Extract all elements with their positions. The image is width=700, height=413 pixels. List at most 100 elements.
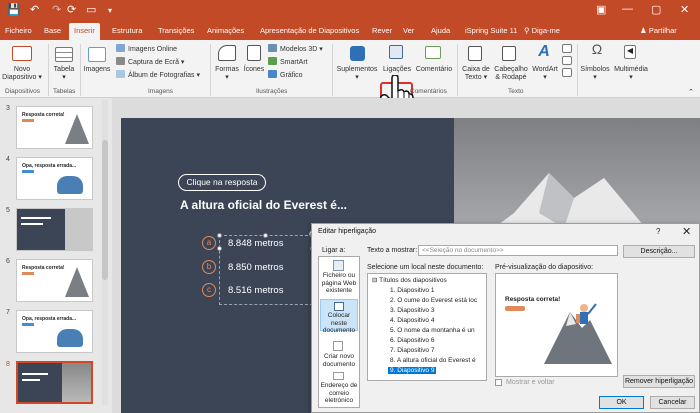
photo-album-button[interactable]: Álbum de Fotografias ▾ <box>116 70 200 79</box>
thumb-mountain-graphic <box>65 114 89 144</box>
tree-root[interactable]: ⊟ Títulos dos diapositivos <box>372 276 447 284</box>
pictures-button[interactable]: Imagens <box>82 66 112 74</box>
question-text[interactable]: A altura oficial do Everest é... <box>180 198 347 212</box>
textbox-button[interactable]: Caixa de Texto ▾ <box>459 66 493 82</box>
slideshow-icon[interactable]: ▭ <box>86 3 96 16</box>
online-pictures-icon <box>116 44 125 52</box>
link-place-in-document[interactable]: Colocar neste documento <box>320 299 358 334</box>
chart-button[interactable]: Gráfico <box>268 70 303 79</box>
thumbnail-scrollbar[interactable] <box>102 100 108 405</box>
cube-icon <box>268 44 277 52</box>
screentip-button[interactable]: Descrição... <box>623 245 695 258</box>
group-separator <box>457 44 458 96</box>
new-slide-button[interactable]: Novo Diapositivo ▾ <box>2 66 42 82</box>
icons-button[interactable]: Ícones <box>240 66 268 74</box>
option-c-text[interactable]: 8.516 metros <box>228 285 283 296</box>
slide-thumbnail-3[interactable]: Resposta correta! <box>16 106 93 149</box>
resize-handle[interactable] <box>217 246 222 251</box>
document-place-tree[interactable]: ⊟ Títulos dos diapositivos 1. Diapositiv… <box>367 273 487 381</box>
tab-rever[interactable]: Rever <box>372 26 392 35</box>
tree-item[interactable]: 6. Diapositivo 6 <box>390 337 434 344</box>
tell-me-search[interactable]: ⚲ Diga-me <box>524 26 560 35</box>
ribbon: Novo Diapositivo ▾ Diapositivos Tabela ▾ T… <box>0 40 700 136</box>
scrollbar-thumb[interactable] <box>102 140 108 280</box>
share-button[interactable]: ♟ Partilhar <box>640 26 677 35</box>
slide-number: 3 <box>6 105 10 112</box>
undo-icon[interactable]: ↶ <box>30 3 39 16</box>
click-answer-pill[interactable]: Clique na resposta <box>178 174 266 191</box>
text-small-icon-2[interactable] <box>562 56 572 65</box>
refresh-icon[interactable]: ⟳ <box>67 3 76 16</box>
speaker-icon: ◀ <box>624 45 636 59</box>
link-existing-file[interactable]: Ficheiro ou página Web existente <box>320 272 358 295</box>
tab-estrutura[interactable]: Estrutura <box>112 26 142 35</box>
tree-item[interactable]: 2. O cume do Everest está loc <box>390 297 477 304</box>
thumb-button-shape <box>22 323 34 326</box>
header-footer-button[interactable]: Cabeçalho & Rodapé <box>492 66 530 82</box>
link-email-address[interactable]: Endereço de correio eletrónico <box>320 382 358 405</box>
tree-item-selected[interactable]: 9. Diapositivo 9 <box>388 367 437 374</box>
3d-models-button[interactable]: Modelos 3D ▾ <box>268 44 323 53</box>
tree-item[interactable]: 4. Diapositivo 4 <box>390 317 434 324</box>
slide-thumbnail-8[interactable] <box>16 361 93 404</box>
symbols-button[interactable]: Símbolos ▾ <box>578 66 612 82</box>
comment-button[interactable]: Comentário <box>414 66 454 74</box>
tab-base[interactable]: Base <box>44 26 61 35</box>
group-ilustracoes: Ilustrações <box>256 88 288 95</box>
link-new-document[interactable]: Criar novo documento <box>320 353 358 368</box>
tab-ficheiro[interactable]: Ficheiro <box>5 26 32 35</box>
tree-item[interactable]: 5. O nome da montanha é un <box>390 327 475 334</box>
collapse-ribbon-icon[interactable]: ⌃ <box>688 88 694 96</box>
help-button[interactable]: ? <box>656 227 660 236</box>
title-bar: 💾 ↶ ↷ ⟳ ▭ ▾ ▣ — ▢ ✕ <box>0 0 700 22</box>
resize-handle[interactable] <box>217 233 222 238</box>
tree-item[interactable]: 7. Diapositivo 7 <box>390 347 434 354</box>
text-to-display-input[interactable]: <<Seleção no documento>> <box>418 245 618 256</box>
more-icon[interactable]: ▾ <box>108 6 112 15</box>
slide-number: 8 <box>6 361 10 368</box>
shapes-button[interactable]: Formas ▾ <box>212 66 242 82</box>
text-small-icon-3[interactable] <box>562 68 572 77</box>
smartart-button[interactable]: SmartArt <box>268 57 308 66</box>
share-label: Partilhar <box>648 26 677 35</box>
tab-ver[interactable]: Ver <box>403 26 414 35</box>
addins-button[interactable]: Suplementos ▾ <box>334 66 380 82</box>
option-a-text[interactable]: 8.848 metros <box>228 238 283 249</box>
remove-link-button[interactable]: Remover hiperligação <box>623 375 695 388</box>
save-icon[interactable]: 💾 <box>7 3 21 16</box>
tab-ajuda[interactable]: Ajuda <box>431 26 450 35</box>
text-small-icon-1[interactable] <box>562 44 572 53</box>
media-button[interactable]: Multimédia ▾ <box>612 66 650 82</box>
slide-thumbnail-7[interactable]: Opa, resposta errada... <box>16 310 93 353</box>
close-icon[interactable]: ✕ <box>680 3 689 16</box>
document-icon <box>334 302 344 311</box>
slide-thumbnail-5[interactable] <box>16 208 93 251</box>
screenshot-button[interactable]: Captura de Ecrã ▾ <box>116 57 184 66</box>
tree-item[interactable]: 8. A altura oficial do Everest é <box>390 357 476 364</box>
minimize-icon[interactable]: — <box>622 3 633 15</box>
redo-icon[interactable]: ↷ <box>52 3 61 16</box>
tab-apresentacao[interactable]: Apresentação de Diapositivos <box>260 26 359 35</box>
tab-ispring[interactable]: iSpring Suite 11 <box>465 26 517 35</box>
option-b-text[interactable]: 8.850 metros <box>228 262 283 273</box>
online-pictures-button[interactable]: Imagens Online <box>116 44 177 53</box>
tab-inserir[interactable]: Inserir <box>69 23 100 40</box>
table-button[interactable]: Tabela ▾ <box>50 66 78 82</box>
rodape-label: & Rodapé <box>495 74 527 81</box>
tree-item[interactable]: 1. Diapositivo 1 <box>390 287 434 294</box>
wordart-button[interactable]: WordArt ▾ <box>530 66 560 82</box>
dialog-close-button[interactable]: ✕ <box>682 225 691 238</box>
maximize-icon[interactable]: ▢ <box>651 3 661 16</box>
grafico-label: Gráfico <box>280 72 303 79</box>
textbox-icon <box>468 46 482 61</box>
cancel-button[interactable]: Cancelar <box>650 396 695 409</box>
tree-item[interactable]: 3. Diapositivo 3 <box>390 307 434 314</box>
ligacoes-label: Ligações <box>382 66 412 73</box>
tab-transicoes[interactable]: Transições <box>158 26 194 35</box>
slide-thumbnail-4[interactable]: Opa, resposta errada... <box>16 157 93 200</box>
ribbon-display-icon[interactable]: ▣ <box>596 3 606 16</box>
slide-thumbnail-6[interactable]: Resposta correta! <box>16 259 93 302</box>
show-and-return-checkbox[interactable] <box>495 379 502 386</box>
ok-button[interactable]: OK <box>599 396 644 409</box>
tab-animacoes[interactable]: Animações <box>207 26 244 35</box>
